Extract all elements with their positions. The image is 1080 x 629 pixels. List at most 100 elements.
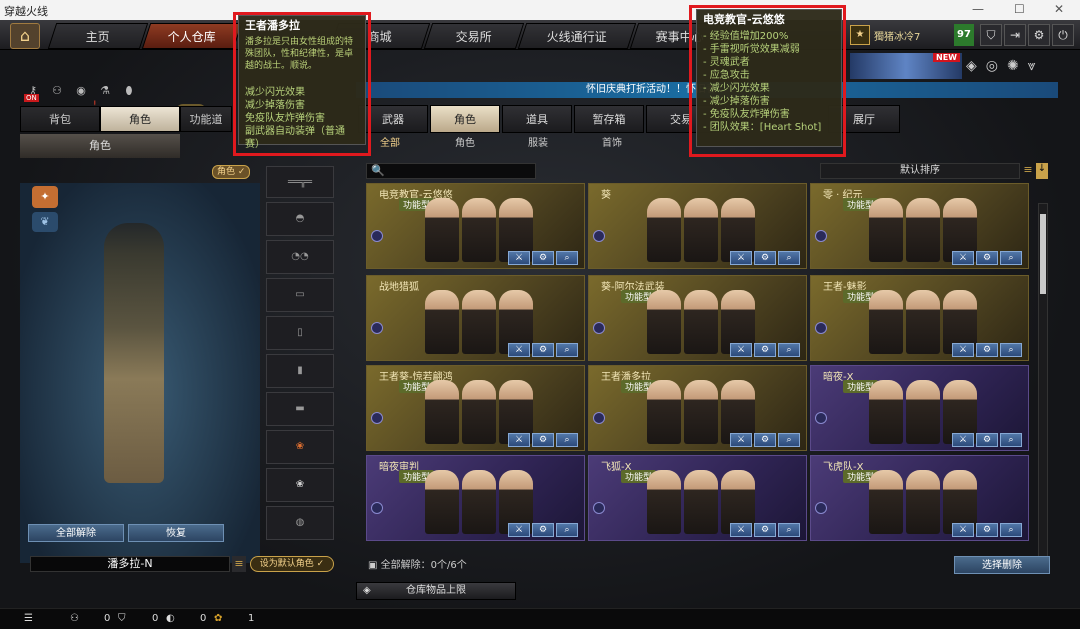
equip-icon[interactable]: ⚔ (508, 343, 530, 357)
gear-icon[interactable]: ⚙ (1028, 24, 1050, 46)
maximize-button[interactable]: ☐ (1014, 2, 1025, 16)
search-icon[interactable]: ⌕ (778, 343, 800, 357)
search-icon[interactable]: ⌕ (1000, 343, 1022, 357)
scrollbar-thumb[interactable] (1040, 214, 1046, 294)
mouse-icon[interactable]: ⬮ (120, 82, 138, 100)
exit-icon[interactable]: ⇥ (1004, 24, 1026, 46)
gear-icon[interactable]: ⚙ (754, 523, 776, 537)
equip-icon[interactable]: ⚔ (730, 251, 752, 265)
list-view-icon[interactable]: ≡ (1022, 163, 1034, 179)
slot-extra[interactable]: ◍ (266, 506, 334, 540)
tab-characters[interactable]: 角色 (430, 105, 500, 133)
sun-icon[interactable]: ✺ (1007, 58, 1028, 74)
search-icon[interactable]: ⌕ (778, 433, 800, 447)
search-icon[interactable]: ⌕ (556, 251, 578, 265)
tab-function[interactable]: 功能道 (180, 106, 232, 132)
equip-icon[interactable]: ⚔ (508, 433, 530, 447)
search-icon[interactable]: ⌕ (778, 523, 800, 537)
character-card[interactable]: 葵 ⚔ ⚙ ⌕ (588, 183, 807, 269)
gear-icon[interactable]: ⚙ (754, 251, 776, 265)
character-card[interactable]: 王者葵-惊若翩鸿 功能型 ⚔ ⚙ ⌕ (366, 365, 585, 451)
subcat-all[interactable]: 全部 (380, 135, 400, 153)
tab-items[interactable]: 道具 (502, 105, 572, 133)
wings-icon[interactable]: ❦ (32, 212, 58, 232)
gear-icon[interactable]: ⚙ (976, 251, 998, 265)
weapon-promo[interactable]: NEW (850, 53, 962, 79)
character-card[interactable]: 电竞教官-云悠悠 功能型 ⚔ ⚙ ⌕ (366, 183, 585, 269)
character-card[interactable]: 零 · 纪元 功能型 ⚔ ⚙ ⌕ (810, 183, 1029, 269)
equip-icon[interactable]: ⚔ (952, 343, 974, 357)
tab-weapons[interactable]: 武器 (358, 105, 428, 133)
eye-icon[interactable]: ◉ (72, 82, 90, 100)
wolf-emblem-icon[interactable]: ✦ (32, 186, 58, 208)
gear-icon[interactable]: ⚙ (532, 343, 554, 357)
subcat-character[interactable]: 角色 (455, 135, 475, 153)
close-button[interactable]: ✕ (1054, 2, 1064, 16)
set-default-button[interactable]: 设为默认角色 ✓ (250, 556, 334, 572)
home-icon[interactable]: ⌂ (10, 23, 40, 49)
gear-icon[interactable]: ⚙ (976, 343, 998, 357)
select-delete-button[interactable]: 选择删除 (954, 556, 1050, 574)
search-icon[interactable]: ⌕ (1000, 433, 1022, 447)
team-icon[interactable]: ⚇ (48, 82, 66, 100)
gear-icon[interactable]: ⚙ (532, 523, 554, 537)
equip-icon[interactable]: ⚔ (952, 433, 974, 447)
gift-icon[interactable]: ✿ (214, 613, 222, 624)
equip-icon[interactable]: ⚔ (730, 433, 752, 447)
globe-icon[interactable]: ◎ (986, 58, 1007, 74)
list-icon[interactable]: ≡ (232, 556, 246, 572)
rank-icon[interactable]: ★ (850, 25, 870, 45)
gear-icon[interactable]: ⚙ (754, 343, 776, 357)
users-icon[interactable]: ⚇ (70, 613, 79, 624)
unequip-all-button[interactable]: 全部解除 (28, 524, 124, 542)
tab-backpack[interactable]: 背包 (20, 106, 100, 132)
search-icon[interactable]: ⌕ (556, 523, 578, 537)
storage-limit-button[interactable]: ◈ 仓库物品上限 (356, 582, 516, 600)
gear-icon[interactable]: ⚙ (532, 433, 554, 447)
gear-icon[interactable]: ⚙ (532, 251, 554, 265)
wolf-icon[interactable]: ⩔ (1028, 58, 1045, 74)
character-card[interactable]: 葵-阿尔法武装 功能型 ⚔ ⚙ ⌕ (588, 275, 807, 361)
slot-pet-red[interactable]: ❀ (266, 430, 334, 464)
nav-tab-exchange[interactable]: 交易所 (423, 23, 525, 49)
character-card[interactable]: 飞狐-X 功能型 ⚔ ⚙ ⌕ (588, 455, 807, 541)
character-card[interactable]: 王者-魅影 功能型 ⚔ ⚙ ⌕ (810, 275, 1029, 361)
character-card[interactable]: 暗夜审判 功能型 ⚔ ⚙ ⌕ (366, 455, 585, 541)
gear-icon[interactable]: ⚙ (976, 523, 998, 537)
nav-tab-pass[interactable]: 火线通行证 (517, 23, 637, 49)
tab-storage[interactable]: 暂存箱 (574, 105, 644, 133)
slot-primary-weapon[interactable]: ══╦═ (266, 166, 334, 198)
equip-icon[interactable]: ⚔ (952, 523, 974, 537)
subcat-accessory[interactable]: 首饰 (602, 135, 622, 153)
character-card[interactable]: 王者潘多拉 功能型 ⚔ ⚙ ⌕ (588, 365, 807, 451)
subcat-clothing[interactable]: 服装 (528, 135, 548, 153)
character-card[interactable]: 暗夜-X 功能型 ⚔ ⚙ ⌕ (810, 365, 1029, 451)
search-input[interactable]: 🔍 (366, 163, 536, 179)
nav-tab-home[interactable]: 主页 (47, 23, 149, 49)
character-preview[interactable] (20, 183, 260, 563)
subtab-character[interactable]: 角色 (20, 134, 180, 158)
chat-icon[interactable]: ◐ (166, 613, 175, 624)
shield-small-icon[interactable]: ⛉ (118, 613, 126, 624)
gear-icon[interactable]: ⚙ (754, 433, 776, 447)
equip-icon[interactable]: ⚔ (730, 343, 752, 357)
equip-icon[interactable]: ⚔ (730, 523, 752, 537)
grid-scrollbar[interactable] (1038, 203, 1048, 559)
slot-helmet[interactable]: ◓ (266, 202, 334, 236)
restore-button[interactable]: 恢复 (128, 524, 224, 542)
power-icon[interactable]: ⏻ (1052, 24, 1074, 46)
sort-select[interactable]: 默认排序 (820, 163, 1020, 179)
slot-backpack[interactable]: ▮ (266, 354, 334, 388)
equip-icon[interactable]: ⚔ (508, 523, 530, 537)
slot-vest[interactable]: ▯ (266, 316, 334, 350)
gear-icon[interactable]: ⚙ (976, 433, 998, 447)
menu-icon[interactable]: ☰ (24, 613, 33, 624)
character-tag[interactable]: 角色 ✓ (212, 165, 251, 179)
slot-pet-white[interactable]: ❀ (266, 468, 334, 502)
potion-icon[interactable]: ⚗ (96, 82, 114, 100)
search-icon[interactable]: ⌕ (556, 433, 578, 447)
character-card[interactable]: 战地猎狐 ⚔ ⚙ ⌕ (366, 275, 585, 361)
equip-icon[interactable]: ⚔ (508, 251, 530, 265)
slot-goggles[interactable]: ◔◔ (266, 240, 334, 274)
shield-icon[interactable]: ⛉ (980, 24, 1002, 46)
